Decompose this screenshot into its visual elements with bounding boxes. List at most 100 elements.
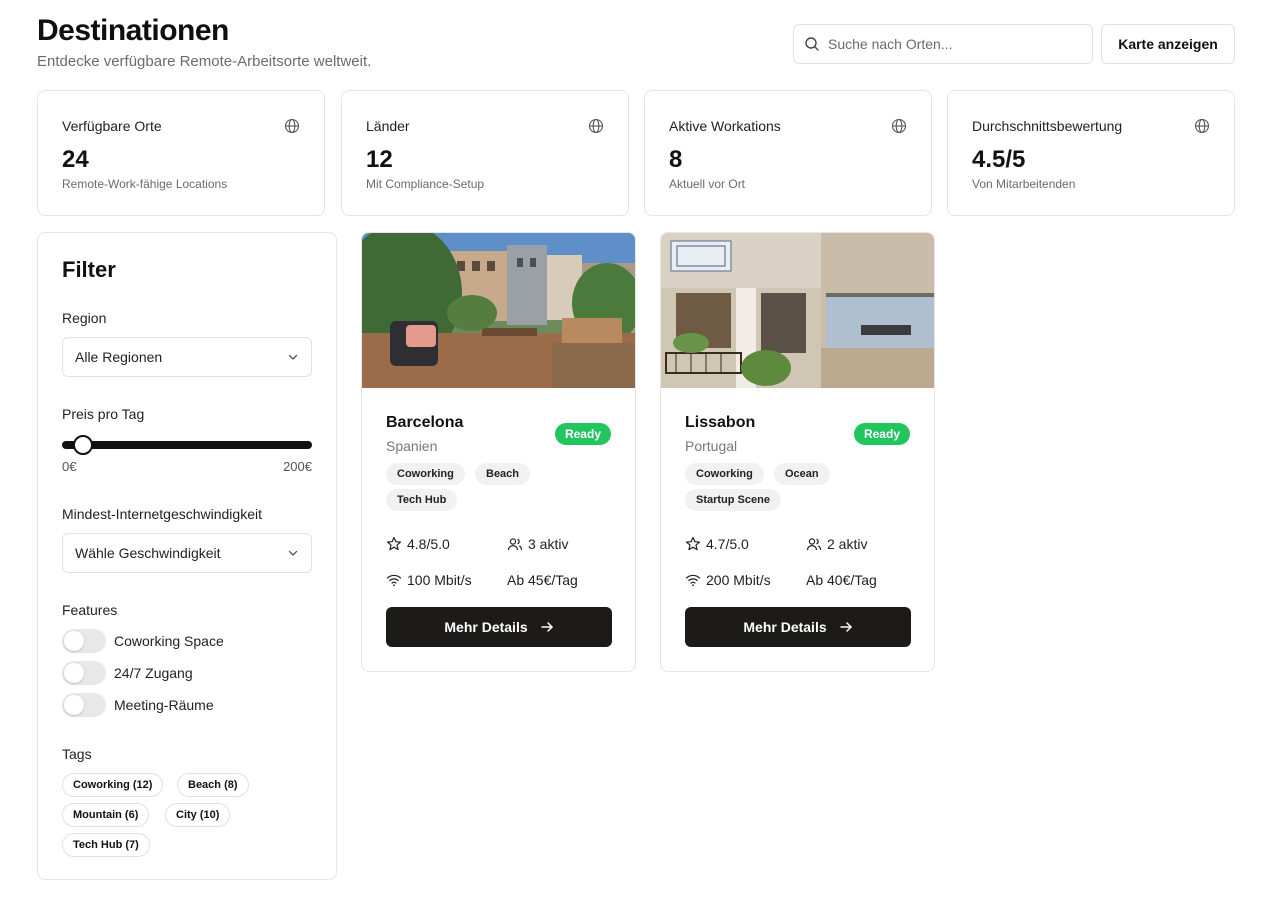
feature-toggle-24-7-access[interactable]: 24/7 Zugang bbox=[62, 661, 193, 685]
wifi-icon bbox=[685, 574, 701, 587]
tag-filter-coworking[interactable]: Coworking (12) bbox=[62, 773, 164, 797]
users-icon bbox=[806, 538, 822, 551]
globe-icon bbox=[891, 118, 907, 134]
price-min-label: 0€ bbox=[62, 459, 77, 474]
price-stat: Ab 45€/Tag bbox=[507, 572, 578, 588]
more-details-label: Mehr Details bbox=[743, 619, 827, 635]
tag-filter-mountain[interactable]: Mountain (6) bbox=[62, 803, 150, 827]
price-max-label: 200€ bbox=[283, 459, 312, 474]
region-select[interactable]: Alle Regionen bbox=[62, 337, 312, 377]
arrow-right-icon bbox=[540, 622, 553, 632]
toggle-knob bbox=[64, 695, 84, 715]
internet-value: 100 Mbit/s bbox=[407, 572, 472, 588]
feature-label: Meeting-Räume bbox=[114, 697, 214, 713]
rating-value: 4.7/5.0 bbox=[706, 536, 749, 552]
price-value: Ab 40€/Tag bbox=[806, 572, 877, 588]
rating-stat: 4.8/5.0 bbox=[386, 536, 450, 552]
filter-panel: Filter Region Alle Regionen Preis pro Ta… bbox=[37, 232, 337, 880]
stat-label: Verfügbare Orte bbox=[62, 118, 162, 134]
filter-title: Filter bbox=[62, 257, 116, 282]
price-stat: Ab 40€/Tag bbox=[806, 572, 877, 588]
page-subtitle: Entdecke verfügbare Remote-Arbeitsorte w… bbox=[37, 53, 372, 70]
show-map-button[interactable]: Karte anzeigen bbox=[1101, 24, 1235, 64]
features-label: Features bbox=[62, 602, 118, 618]
chevron-down-icon bbox=[288, 354, 298, 360]
price-label: Preis pro Tag bbox=[62, 406, 145, 422]
chevron-down-icon bbox=[288, 550, 298, 556]
feature-toggle-meeting-rooms[interactable]: Meeting-Räume bbox=[62, 693, 214, 717]
status-badge: Ready bbox=[853, 423, 910, 445]
destination-country: Portugal bbox=[685, 438, 738, 454]
stat-value: 12 bbox=[366, 146, 393, 173]
destination-image-barcelona bbox=[362, 233, 635, 388]
price-slider-thumb[interactable] bbox=[73, 435, 93, 455]
toggle-switch[interactable] bbox=[62, 661, 106, 685]
more-details-button[interactable]: Mehr Details bbox=[386, 607, 612, 647]
destination-name: Lissabon bbox=[685, 414, 756, 431]
price-value: Ab 45€/Tag bbox=[507, 572, 578, 588]
stat-label: Aktive Workations bbox=[669, 118, 781, 134]
stat-value: 24 bbox=[62, 146, 89, 173]
price-slider-track[interactable] bbox=[62, 441, 312, 449]
feature-toggle-coworking-space[interactable]: Coworking Space bbox=[62, 629, 224, 653]
stat-caption: Von Mitarbeitenden bbox=[972, 177, 1076, 191]
active-users-stat: 2 aktiv bbox=[806, 536, 867, 552]
region-select-value: Alle Regionen bbox=[75, 349, 163, 365]
destination-country: Spanien bbox=[386, 438, 438, 454]
more-details-label: Mehr Details bbox=[444, 619, 528, 635]
rating-stat: 4.7/5.0 bbox=[685, 536, 749, 552]
stat-label: Länder bbox=[366, 118, 410, 134]
stat-caption: Remote-Work-fähige Locations bbox=[62, 177, 228, 191]
stat-card-countries: Länder 12 Mit Compliance-Setup bbox=[341, 90, 629, 216]
internet-speed-select-value: Wähle Geschwindigkeit bbox=[75, 545, 221, 561]
internet-stat: 100 Mbit/s bbox=[386, 572, 472, 588]
toggle-switch[interactable] bbox=[62, 693, 106, 717]
destination-tag: Beach bbox=[475, 463, 531, 485]
toggle-switch[interactable] bbox=[62, 629, 106, 653]
stat-label: Durchschnittsbewertung bbox=[972, 118, 1123, 134]
stat-value: 4.5/5 bbox=[972, 146, 1026, 173]
rating-value: 4.8/5.0 bbox=[407, 536, 450, 552]
search-input[interactable] bbox=[828, 36, 1068, 52]
internet-speed-label: Mindest-Internetgeschwindigkeit bbox=[62, 506, 262, 522]
star-icon bbox=[386, 536, 402, 551]
destination-card-barcelona: Barcelona Spanien Ready Coworking Beach … bbox=[361, 232, 636, 672]
stat-card-locations: Verfügbare Orte 24 Remote-Work-fähige Lo… bbox=[37, 90, 325, 216]
stat-card-active-workations: Aktive Workations 8 Aktuell vor Ort bbox=[644, 90, 932, 216]
stat-card-average-rating: Durchschnittsbewertung 4.5/5 Von Mitarbe… bbox=[947, 90, 1235, 216]
internet-speed-select[interactable]: Wähle Geschwindigkeit bbox=[62, 533, 312, 573]
tag-filter-beach[interactable]: Beach (8) bbox=[177, 773, 249, 797]
destination-card-lissabon: Lissabon Portugal Ready Coworking Ocean … bbox=[660, 232, 935, 672]
destination-tag: Ocean bbox=[774, 463, 830, 485]
tag-filter-city[interactable]: City (10) bbox=[165, 803, 231, 827]
tag-filter-tech-hub[interactable]: Tech Hub (7) bbox=[62, 833, 150, 857]
search-icon bbox=[805, 37, 819, 51]
active-users-value: 2 aktiv bbox=[827, 536, 868, 552]
wifi-icon bbox=[386, 574, 402, 587]
star-icon bbox=[685, 536, 701, 551]
stat-caption: Aktuell vor Ort bbox=[669, 177, 746, 191]
feature-label: Coworking Space bbox=[114, 633, 224, 649]
destination-tag: Tech Hub bbox=[386, 489, 458, 511]
tags-label: Tags bbox=[62, 746, 92, 762]
status-badge: Ready bbox=[554, 423, 611, 445]
feature-label: 24/7 Zugang bbox=[114, 665, 193, 681]
toggle-knob bbox=[64, 631, 84, 651]
arrow-right-icon bbox=[839, 622, 852, 632]
globe-icon bbox=[588, 118, 604, 134]
region-label: Region bbox=[62, 310, 107, 326]
internet-stat: 200 Mbit/s bbox=[685, 572, 771, 588]
users-icon bbox=[507, 538, 523, 551]
internet-value: 200 Mbit/s bbox=[706, 572, 771, 588]
destination-tag: Coworking bbox=[386, 463, 465, 485]
destination-name: Barcelona bbox=[386, 414, 464, 431]
active-users-value: 3 aktiv bbox=[528, 536, 569, 552]
globe-icon bbox=[1194, 118, 1210, 134]
more-details-button[interactable]: Mehr Details bbox=[685, 607, 911, 647]
page-title: Destinationen bbox=[37, 14, 229, 47]
destination-tag: Coworking bbox=[685, 463, 764, 485]
search-box[interactable] bbox=[793, 24, 1093, 64]
globe-icon bbox=[284, 118, 300, 134]
stat-value: 8 bbox=[669, 146, 683, 173]
destination-tag: Startup Scene bbox=[685, 489, 781, 511]
